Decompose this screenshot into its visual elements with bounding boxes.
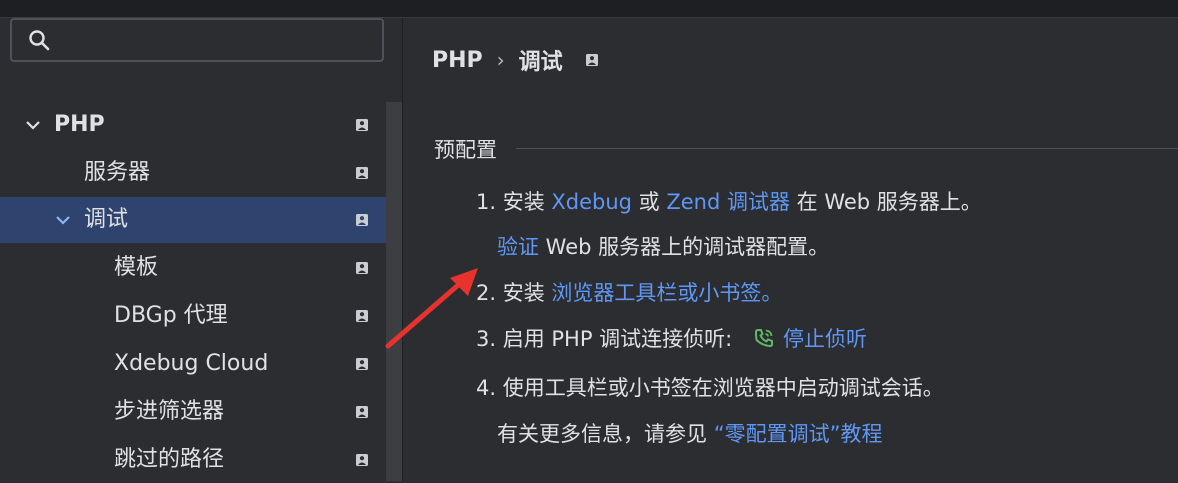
step-text: 或 [632, 190, 667, 214]
project-level-icon [356, 406, 368, 418]
tree-item-debug[interactable]: 调试 [0, 197, 402, 243]
tree-item-label: 调试 [84, 207, 129, 232]
search-icon [29, 30, 50, 51]
breadcrumb-current: 调试 [518, 50, 563, 75]
project-level-icon [356, 167, 368, 179]
step-3: 3. 启用 PHP 调试连接侦听: 停止侦听 [476, 323, 867, 353]
project-level-icon [356, 454, 368, 466]
section-divider [516, 148, 1178, 149]
validate-link[interactable]: 验证 [497, 235, 539, 259]
tree-item-servers[interactable]: 服务器 [0, 150, 402, 196]
step-text: 3. 启用 PHP 调试连接侦听: [476, 327, 733, 351]
step-4: 4. 使用工具栏或小书签在浏览器中启动调试会话。 [476, 372, 944, 402]
project-level-icon [356, 262, 368, 274]
step-4-more-info: 有关更多信息，请参见 “零配置调试”教程 [497, 418, 882, 448]
title-bar-strip [0, 0, 1178, 18]
search-input[interactable] [64, 26, 378, 56]
zero-config-tutorial-link[interactable]: “零配置调试” [714, 422, 841, 446]
project-level-icon [356, 119, 368, 131]
project-level-icon [356, 214, 368, 226]
step-2: 2. 安装 浏览器工具栏或小书签。 [476, 277, 782, 307]
zend-debugger-link[interactable]: Zend 调试器 [666, 190, 790, 214]
stop-listening-link[interactable]: 停止侦听 [783, 327, 867, 351]
project-level-icon [356, 358, 368, 370]
breadcrumb-parent[interactable]: PHP [432, 48, 483, 73]
step-text: 有关更多信息，请参见 [497, 422, 714, 446]
chevron-down-icon[interactable] [54, 212, 72, 228]
tree-item-label: 步进筛选器 [114, 399, 225, 424]
tree-item-label: 服务器 [84, 160, 151, 185]
tree-item-label: PHP [54, 112, 105, 137]
chevron-down-icon[interactable] [24, 117, 42, 133]
breadcrumb: PHP › 调试 [432, 44, 599, 76]
step-text: 1. 安装 [476, 190, 552, 214]
section-title: 预配置 [434, 138, 497, 162]
project-level-icon [585, 54, 598, 66]
step-text: Web 服务器上的调试器配置。 [539, 235, 830, 259]
settings-search[interactable] [10, 18, 384, 62]
phone-listening-icon [754, 329, 773, 348]
tree-item-label: 模板 [114, 255, 159, 280]
xdebug-link[interactable]: Xdebug [551, 190, 632, 214]
tree-item-step-filters[interactable]: 步进筛选器 [0, 389, 402, 435]
annotation-arrow [385, 268, 478, 349]
panel-divider [402, 18, 403, 481]
tree-item-dbgp-proxy[interactable]: DBGp 代理 [0, 293, 402, 339]
tree-item-label: 跳过的路径 [114, 447, 225, 472]
browser-toolbar-link[interactable]: 浏览器工具栏或小书签。 [551, 281, 782, 305]
tutorial-link[interactable]: 教程 [840, 422, 882, 446]
tree-item-skipped-paths[interactable]: 跳过的路径 [0, 437, 402, 483]
tree-item-label: Xdebug Cloud [114, 351, 269, 376]
tree-item-php[interactable]: PHP [0, 102, 402, 148]
breadcrumb-separator: › [496, 48, 505, 72]
tree-item-templates[interactable]: 模板 [0, 245, 402, 291]
step-text: 4. 使用工具栏或小书签在浏览器中启动调试会话。 [476, 376, 944, 400]
tree-item-label: DBGp 代理 [114, 303, 228, 328]
step-1-validate: 验证 Web 服务器上的调试器配置。 [497, 231, 829, 261]
step-text: 在 Web 服务器上。 [789, 190, 982, 214]
project-level-icon [356, 310, 368, 322]
step-1: 1. 安装 Xdebug 或 Zend 调试器 在 Web 服务器上。 [476, 186, 982, 216]
tree-item-xdebug-cloud[interactable]: Xdebug Cloud [0, 341, 402, 387]
